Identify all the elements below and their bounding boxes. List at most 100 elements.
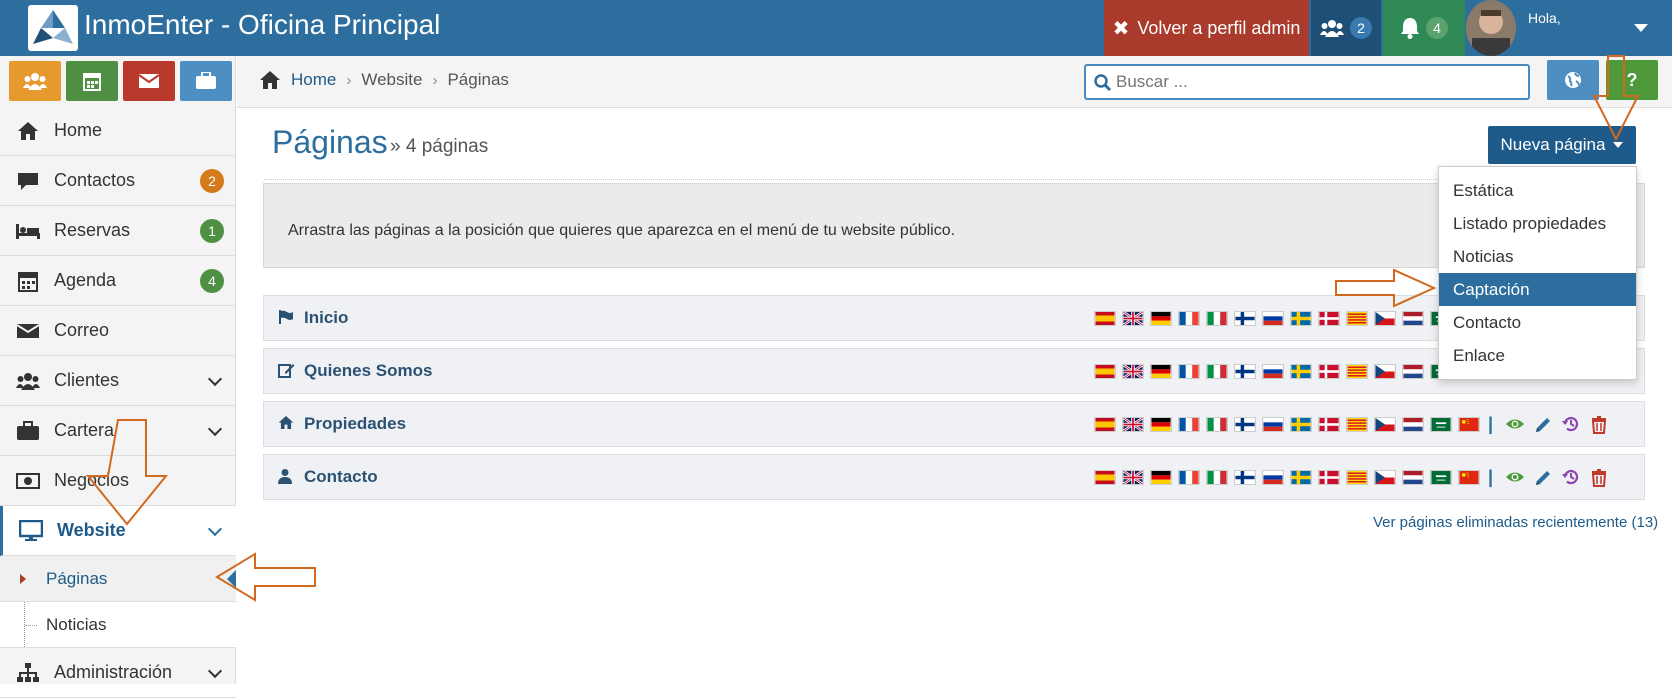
flag-sweden-icon[interactable] bbox=[1290, 417, 1312, 432]
page-row-name[interactable]: Inicio bbox=[304, 308, 348, 328]
flag-france-icon[interactable] bbox=[1178, 364, 1200, 379]
flag-czech-icon[interactable] bbox=[1374, 470, 1396, 485]
flag-germany-icon[interactable] bbox=[1150, 364, 1172, 379]
flag-czech-icon[interactable] bbox=[1374, 311, 1396, 326]
quick-portfolio-button[interactable] bbox=[180, 61, 232, 101]
trash-icon[interactable] bbox=[1589, 415, 1609, 435]
flag-saudi-arabia-icon[interactable] bbox=[1430, 417, 1452, 432]
history-icon[interactable] bbox=[1561, 415, 1581, 435]
flag-france-icon[interactable] bbox=[1178, 417, 1200, 432]
flag-finland-icon[interactable] bbox=[1234, 364, 1256, 379]
sidebar-item-clientes[interactable]: Clientes bbox=[0, 356, 236, 406]
dropdown-item-captacion[interactable]: Captación bbox=[1439, 273, 1636, 306]
search-input[interactable] bbox=[1116, 70, 1516, 94]
trash-icon[interactable] bbox=[1589, 468, 1609, 488]
flag-russia-icon[interactable] bbox=[1262, 364, 1284, 379]
new-page-button[interactable]: Nueva página bbox=[1488, 126, 1636, 164]
flag-china-icon[interactable] bbox=[1458, 470, 1480, 485]
chevron-down-icon[interactable] bbox=[1634, 24, 1648, 32]
flag-uk-icon[interactable] bbox=[1122, 364, 1144, 379]
quick-mail-button[interactable] bbox=[123, 61, 175, 101]
quick-calendar-button[interactable] bbox=[66, 61, 118, 101]
flag-finland-icon[interactable] bbox=[1234, 470, 1256, 485]
flag-netherlands-icon[interactable] bbox=[1402, 470, 1424, 485]
flag-germany-icon[interactable] bbox=[1150, 311, 1172, 326]
flag-catalonia-icon[interactable] bbox=[1346, 364, 1368, 379]
sidebar-item-home[interactable]: Home bbox=[0, 106, 236, 156]
flag-spain-icon[interactable] bbox=[1094, 417, 1116, 432]
sidebar-item-agenda[interactable]: Agenda 4 bbox=[0, 256, 236, 306]
pencil-icon[interactable] bbox=[1533, 415, 1553, 435]
page-row-name[interactable]: Propiedades bbox=[304, 414, 406, 434]
deleted-pages-link[interactable]: Ver páginas eliminadas recientemente (13… bbox=[1373, 514, 1658, 531]
flag-france-icon[interactable] bbox=[1178, 470, 1200, 485]
sidebar-item-cartera[interactable]: Cartera bbox=[0, 406, 236, 456]
flag-catalonia-icon[interactable] bbox=[1346, 311, 1368, 326]
flag-italy-icon[interactable] bbox=[1206, 364, 1228, 379]
sidebar-subitem-noticias[interactable]: Noticias bbox=[0, 602, 236, 648]
sidebar-item-contactos[interactable]: Contactos 2 bbox=[0, 156, 236, 206]
flag-denmark-icon[interactable] bbox=[1318, 364, 1340, 379]
flag-denmark-icon[interactable] bbox=[1318, 470, 1340, 485]
flag-italy-icon[interactable] bbox=[1206, 311, 1228, 326]
flag-catalonia-icon[interactable] bbox=[1346, 417, 1368, 432]
user-menu[interactable]: Hola, bbox=[1466, 0, 1672, 56]
sidebar-item-reservas[interactable]: Reservas 1 bbox=[0, 206, 236, 256]
flag-uk-icon[interactable] bbox=[1122, 470, 1144, 485]
flag-netherlands-icon[interactable] bbox=[1402, 417, 1424, 432]
sidebar-item-negocios[interactable]: Negocios bbox=[0, 456, 236, 506]
flag-denmark-icon[interactable] bbox=[1318, 417, 1340, 432]
flag-germany-icon[interactable] bbox=[1150, 470, 1172, 485]
flag-czech-icon[interactable] bbox=[1374, 364, 1396, 379]
flag-netherlands-icon[interactable] bbox=[1402, 311, 1424, 326]
breadcrumb-home-link[interactable]: Home bbox=[291, 70, 336, 90]
flag-uk-icon[interactable] bbox=[1122, 311, 1144, 326]
page-row-name[interactable]: Contacto bbox=[304, 467, 378, 487]
pencil-icon[interactable] bbox=[1533, 468, 1553, 488]
flag-catalonia-icon[interactable] bbox=[1346, 470, 1368, 485]
eye-icon[interactable] bbox=[1505, 468, 1525, 488]
breadcrumb-section[interactable]: Website bbox=[361, 70, 422, 90]
flag-uk-icon[interactable] bbox=[1122, 417, 1144, 432]
flag-sweden-icon[interactable] bbox=[1290, 470, 1312, 485]
flag-russia-icon[interactable] bbox=[1262, 417, 1284, 432]
page-row-contacto[interactable]: Contacto | bbox=[263, 454, 1645, 500]
flag-spain-icon[interactable] bbox=[1094, 470, 1116, 485]
dropdown-item-enlace[interactable]: Enlace bbox=[1439, 339, 1636, 372]
dropdown-item-contacto[interactable]: Contacto bbox=[1439, 306, 1636, 339]
flag-finland-icon[interactable] bbox=[1234, 311, 1256, 326]
flag-denmark-icon[interactable] bbox=[1318, 311, 1340, 326]
flag-sweden-icon[interactable] bbox=[1290, 364, 1312, 379]
search-box[interactable] bbox=[1084, 64, 1530, 100]
page-row-propiedades[interactable]: Propiedades | bbox=[263, 401, 1645, 447]
flag-russia-icon[interactable] bbox=[1262, 470, 1284, 485]
view-website-button[interactable] bbox=[1547, 60, 1599, 100]
quick-clients-button[interactable] bbox=[9, 61, 61, 101]
back-to-admin-button[interactable]: ✖ Volver a perfil admin bbox=[1104, 0, 1309, 56]
flag-germany-icon[interactable] bbox=[1150, 417, 1172, 432]
notifications-button[interactable]: 4 bbox=[1383, 0, 1465, 56]
sidebar-item-website[interactable]: Website bbox=[0, 506, 236, 556]
flag-china-icon[interactable] bbox=[1458, 417, 1480, 432]
flag-saudi-arabia-icon[interactable] bbox=[1430, 470, 1452, 485]
dropdown-item-noticias[interactable]: Noticias bbox=[1439, 240, 1636, 273]
eye-icon[interactable] bbox=[1505, 415, 1525, 435]
flag-finland-icon[interactable] bbox=[1234, 417, 1256, 432]
sidebar-item-administracion[interactable]: Administración bbox=[0, 648, 236, 698]
flag-russia-icon[interactable] bbox=[1262, 311, 1284, 326]
flag-netherlands-icon[interactable] bbox=[1402, 364, 1424, 379]
dropdown-item-estatica[interactable]: Estática bbox=[1439, 174, 1636, 207]
page-row-name[interactable]: Quienes Somos bbox=[304, 361, 432, 381]
help-button[interactable]: ? bbox=[1606, 60, 1658, 100]
flag-france-icon[interactable] bbox=[1178, 311, 1200, 326]
flag-sweden-icon[interactable] bbox=[1290, 311, 1312, 326]
sidebar-item-correo[interactable]: Correo bbox=[0, 306, 236, 356]
history-icon[interactable] bbox=[1561, 468, 1581, 488]
app-logo[interactable] bbox=[28, 5, 78, 51]
flag-czech-icon[interactable] bbox=[1374, 417, 1396, 432]
dropdown-item-listado-propiedades[interactable]: Listado propiedades bbox=[1439, 207, 1636, 240]
flag-italy-icon[interactable] bbox=[1206, 417, 1228, 432]
flag-spain-icon[interactable] bbox=[1094, 311, 1116, 326]
sidebar-subitem-paginas[interactable]: Páginas bbox=[0, 556, 236, 602]
flag-italy-icon[interactable] bbox=[1206, 470, 1228, 485]
